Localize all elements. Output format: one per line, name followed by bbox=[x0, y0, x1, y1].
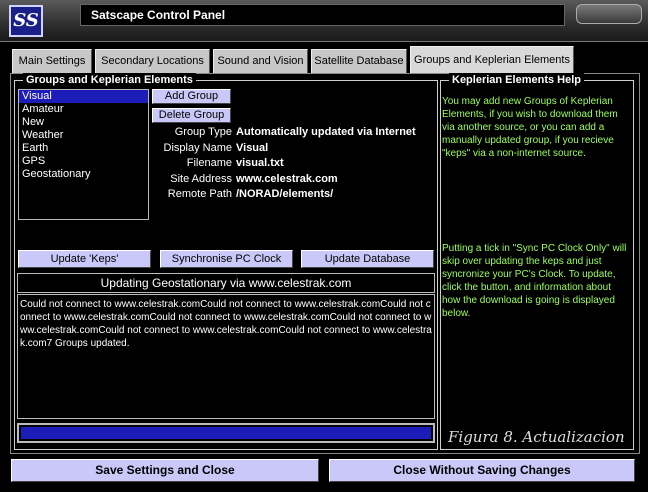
tab-secondary-locations[interactable]: Secondary Locations bbox=[95, 49, 210, 73]
update-keps-button[interactable]: Update 'Keps' bbox=[18, 250, 151, 268]
help-paragraph-2: Putting a tick in "Sync PC Clock Only" w… bbox=[442, 243, 627, 319]
tab-groups-keplerian[interactable]: Groups and Keplerian Elements bbox=[410, 46, 574, 73]
list-item[interactable]: Visual bbox=[19, 90, 148, 103]
display-name-label: Display Name bbox=[163, 142, 232, 154]
tab-satellite-database[interactable]: Satellite Database bbox=[311, 49, 407, 73]
close-without-saving-button[interactable]: Close Without Saving Changes bbox=[329, 459, 635, 482]
update-database-button[interactable]: Update Database bbox=[301, 250, 434, 268]
save-and-close-button[interactable]: Save Settings and Close bbox=[11, 459, 319, 482]
list-item[interactable]: Amateur bbox=[19, 103, 148, 116]
display-name-value[interactable]: Visual bbox=[236, 142, 268, 154]
tab-main-settings[interactable]: Main Settings bbox=[12, 49, 92, 73]
progress-fill bbox=[21, 427, 431, 439]
remote-path-value[interactable]: /NORAD/elements/ bbox=[236, 188, 333, 200]
log-output: Could not connect to www.celestrak.comCo… bbox=[17, 294, 435, 419]
progress-bar bbox=[17, 423, 435, 443]
title-bar: SS Satscape Control Panel bbox=[0, 0, 648, 42]
help-paragraph-1: You may add new Groups of Keplerian Elem… bbox=[442, 96, 618, 159]
tab-sound-and-vision[interactable]: Sound and Vision bbox=[213, 49, 308, 73]
group-type-label: Group Type bbox=[174, 126, 232, 138]
window-title: Satscape Control Panel bbox=[80, 4, 565, 26]
site-address-value[interactable]: www.celestrak.com bbox=[236, 173, 338, 185]
site-address-label: Site Address bbox=[170, 173, 232, 185]
window-control-button[interactable] bbox=[576, 4, 642, 24]
status-title: Updating Geostationary via www.celestrak… bbox=[17, 273, 435, 293]
remote-path-label: Remote Path bbox=[167, 188, 232, 200]
group-type-value: Automatically updated via Internet bbox=[236, 126, 416, 138]
group-listbox[interactable]: Visual Amateur New Weather Earth GPS Geo… bbox=[18, 89, 149, 220]
delete-group-button[interactable]: Delete Group bbox=[152, 108, 231, 123]
sync-clock-button[interactable]: Synchronise PC Clock bbox=[160, 250, 293, 268]
add-group-button[interactable]: Add Group bbox=[152, 89, 231, 104]
groups-legend: Groups and Keplerian Elements bbox=[23, 73, 196, 87]
app-logo: SS bbox=[9, 5, 43, 37]
filename-label: Filename bbox=[186, 157, 232, 169]
filename-value[interactable]: visual.txt bbox=[236, 157, 284, 169]
figure-caption: Figura 8. Actualizacion bbox=[448, 428, 625, 446]
help-legend: Keplerian Elements Help bbox=[449, 73, 584, 87]
